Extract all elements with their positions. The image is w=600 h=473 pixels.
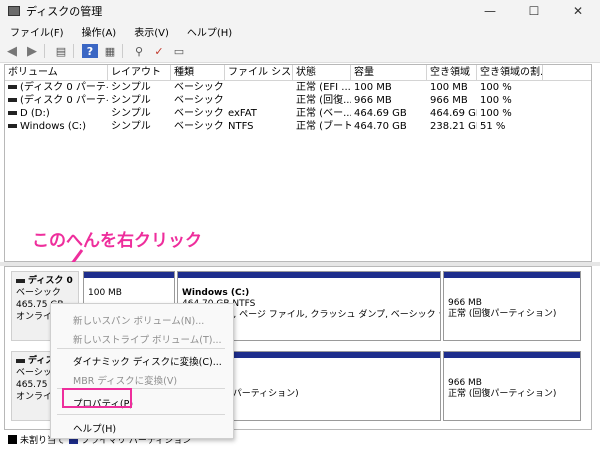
- partition-recovery-1[interactable]: 966 MB 正常 (回復パーティション): [443, 351, 581, 421]
- menu-separator: [57, 348, 225, 349]
- context-menu: 新しいスパン ボリューム(N)... 新しいストライプ ボリューム(T)... …: [50, 303, 234, 439]
- disk-type: ベーシック: [16, 288, 61, 298]
- disk-management-window: ディスクの管理 — ☐ ✕ ファイル(F) 操作(A) 表示(V) ヘルプ(H)…: [0, 0, 600, 473]
- menu-item-new-striped-volume[interactable]: 新しいストライプ ボリューム(T)...: [73, 332, 222, 346]
- partition-recovery-0[interactable]: 966 MB 正常 (回復パーティション): [443, 271, 581, 341]
- partition-bar: [84, 272, 174, 278]
- partition-bar: [178, 272, 440, 278]
- partition-status: 正常 (回復パーティション): [448, 389, 557, 399]
- menu-item-convert-dynamic[interactable]: ダイナミック ディスクに変換(C)...: [73, 354, 222, 368]
- menu-separator: [57, 414, 225, 415]
- disk-icon: [16, 278, 25, 283]
- menu-item-new-spanned-volume[interactable]: 新しいスパン ボリューム(N)...: [73, 313, 204, 327]
- menu-item-help[interactable]: ヘルプ(H): [73, 421, 116, 435]
- partition-bar: [444, 272, 580, 278]
- properties-highlight-box: [62, 388, 132, 408]
- partition-bar: [444, 352, 580, 358]
- partition-size: 966 MB: [448, 298, 482, 308]
- disk-icon: [16, 358, 25, 363]
- menu-item-convert-mbr[interactable]: MBR ディスクに変換(V): [73, 373, 177, 387]
- partition-title: Windows (C:): [182, 288, 250, 298]
- partition-status: 正常 (回復パーティション): [448, 309, 557, 319]
- partition-size: 100 MB: [88, 288, 122, 298]
- legend-unallocated-swatch: [8, 434, 17, 444]
- disk-name: ディスク 0: [28, 276, 73, 286]
- partition-size: 966 MB: [448, 378, 482, 388]
